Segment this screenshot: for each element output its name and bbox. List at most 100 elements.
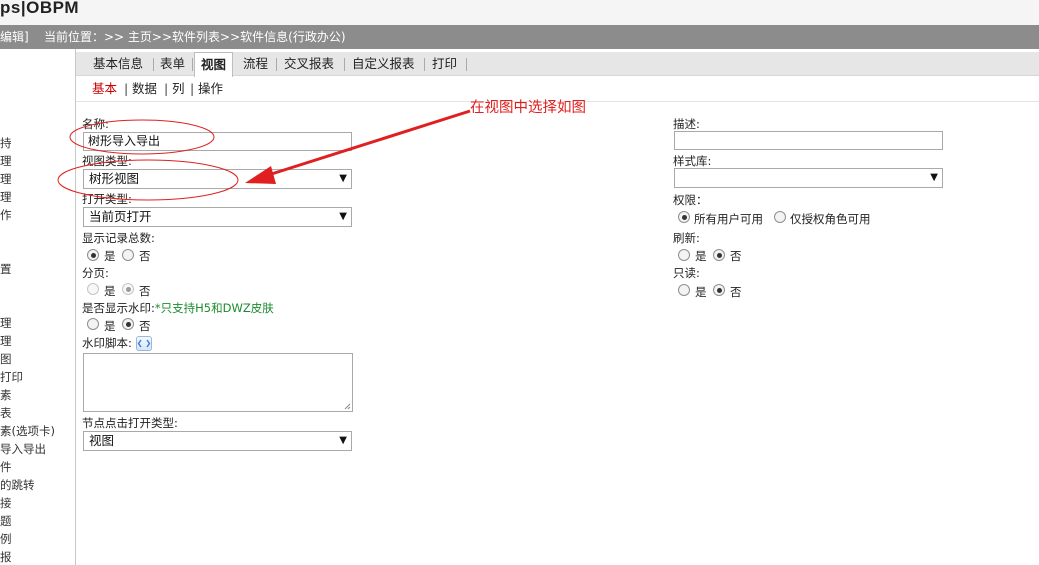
tab-separator bbox=[153, 58, 154, 71]
annotation-text: 在视图中选择如图 bbox=[470, 100, 586, 116]
sidebar-item[interactable]: 作 bbox=[0, 207, 12, 223]
open-type-label: 打开类型: bbox=[82, 192, 132, 206]
show-total-label: 显示记录总数: bbox=[82, 231, 155, 245]
sidebar-item[interactable]: 例 bbox=[0, 531, 12, 547]
app-brand: ps|OBPM bbox=[0, 0, 80, 17]
sidebar-item[interactable]: 置 bbox=[0, 261, 12, 277]
tab-cross-report[interactable]: 交叉报表 bbox=[284, 52, 334, 76]
watermark-yes-radio[interactable] bbox=[87, 318, 99, 330]
breadcrumb: 当前位置：>> 主页>>软件列表>>软件信息(行政办公) bbox=[44, 30, 346, 44]
refresh-no-radio[interactable] bbox=[713, 249, 725, 261]
show-total-no-label: 否 bbox=[139, 249, 151, 263]
tab-flow[interactable]: 流程 bbox=[243, 52, 268, 76]
refresh-yes-label: 是 bbox=[695, 249, 707, 263]
tab-print[interactable]: 打印 bbox=[432, 52, 457, 76]
style-lib-select[interactable]: ▼ bbox=[674, 168, 943, 188]
refresh-label: 刷新: bbox=[673, 231, 700, 245]
sidebar-item[interactable]: 持 bbox=[0, 135, 12, 151]
view-type-label: 视图类型: bbox=[82, 154, 132, 168]
watermark-script-label: 水印脚本: bbox=[82, 336, 132, 350]
sidebar-item[interactable]: 打印 bbox=[0, 369, 23, 385]
dropdown-arrow-icon: ▼ bbox=[339, 211, 347, 222]
tab-separator bbox=[192, 58, 193, 71]
paging-yes-label: 是 bbox=[104, 284, 116, 298]
permission-all-radio[interactable] bbox=[678, 211, 690, 223]
description-label: 描述: bbox=[673, 117, 700, 131]
subtab-actions[interactable]: 操作 bbox=[198, 80, 223, 98]
tab-separator bbox=[466, 58, 467, 71]
breadcrumb-bar: 编辑] 当前位置：>> 主页>>软件列表>>软件信息(行政办公) bbox=[0, 25, 1039, 49]
readonly-label: 只读: bbox=[673, 266, 700, 280]
script-editor-icon[interactable] bbox=[136, 336, 152, 351]
sidebar-item[interactable]: 表 bbox=[0, 405, 12, 421]
watermark-no-label: 否 bbox=[139, 319, 151, 333]
watermark-script-textarea[interactable] bbox=[83, 353, 353, 412]
show-total-yes-radio[interactable] bbox=[87, 249, 99, 261]
subtab-separator: | bbox=[164, 81, 169, 96]
sidebar-item[interactable]: 素(选项卡) bbox=[0, 423, 55, 439]
sidebar-item[interactable]: 理 bbox=[0, 189, 12, 205]
subtab-separator: | bbox=[190, 81, 195, 96]
sidebar-item[interactable]: 理 bbox=[0, 333, 12, 349]
node-click-select[interactable]: 视图 ▼ bbox=[83, 431, 352, 451]
sidebar-item[interactable]: 理 bbox=[0, 171, 12, 187]
permission-role-radio[interactable] bbox=[774, 211, 786, 223]
name-label: 名称: bbox=[82, 117, 109, 131]
open-type-value: 当前页打开 bbox=[89, 209, 152, 224]
readonly-yes-radio[interactable] bbox=[678, 284, 690, 296]
sidebar-item[interactable]: 接 bbox=[0, 495, 12, 511]
sidebar-item[interactable]: 件 bbox=[0, 459, 12, 475]
tab-form[interactable]: 表单 bbox=[160, 52, 185, 76]
readonly-no-label: 否 bbox=[730, 285, 742, 299]
tab-custom-report[interactable]: 自定义报表 bbox=[352, 52, 415, 76]
tab-basic-info[interactable]: 基本信息 bbox=[93, 52, 143, 76]
tab-separator bbox=[344, 58, 345, 71]
node-click-value: 视图 bbox=[89, 433, 115, 448]
paging-label: 分页: bbox=[82, 266, 109, 280]
subtab-data[interactable]: 数据 bbox=[132, 80, 157, 98]
top-bar: ps|OBPM bbox=[0, 0, 1039, 25]
sidebar-item[interactable]: 理 bbox=[0, 315, 12, 331]
subtab-separator: | bbox=[124, 81, 129, 96]
show-total-no-radio[interactable] bbox=[122, 249, 134, 261]
sidebar-item[interactable]: 素 bbox=[0, 387, 12, 403]
watermark-label: 是否显示水印:*只支持H5和DWZ皮肤 bbox=[82, 300, 274, 316]
sidebar-item[interactable]: 报 bbox=[0, 549, 12, 565]
sidebar-item[interactable]: 的跳转 bbox=[0, 477, 35, 493]
sidebar-item[interactable]: 导入导出 bbox=[0, 441, 46, 457]
edit-link[interactable]: 编辑] bbox=[0, 25, 29, 49]
sidebar-item[interactable]: 题 bbox=[0, 513, 12, 529]
resize-grip-icon[interactable] bbox=[343, 402, 351, 410]
refresh-yes-radio[interactable] bbox=[678, 249, 690, 261]
view-type-select[interactable]: 树形视图 ▼ bbox=[83, 169, 352, 189]
watermark-note: *只支持H5和DWZ皮肤 bbox=[154, 301, 274, 315]
tab-separator bbox=[424, 58, 425, 71]
view-type-value: 树形视图 bbox=[89, 171, 140, 186]
dropdown-arrow-icon: ▼ bbox=[339, 435, 347, 446]
watermark-label-text: 是否显示水印: bbox=[82, 301, 155, 315]
tab-view[interactable]: 视图 bbox=[194, 52, 233, 77]
description-field[interactable] bbox=[674, 131, 943, 150]
subtab-basic[interactable]: 基本 bbox=[92, 80, 117, 98]
readonly-no-radio[interactable] bbox=[713, 284, 725, 296]
paging-no-radio[interactable] bbox=[122, 283, 134, 295]
name-field[interactable]: 树形导入导出 bbox=[83, 132, 352, 151]
open-type-select[interactable]: 当前页打开 ▼ bbox=[83, 207, 352, 227]
paging-no-label: 否 bbox=[139, 284, 151, 298]
watermark-no-radio[interactable] bbox=[122, 318, 134, 330]
dropdown-arrow-icon: ▼ bbox=[930, 172, 938, 183]
paging-yes-radio[interactable] bbox=[87, 283, 99, 295]
sidebar-item[interactable]: 图 bbox=[0, 351, 12, 367]
refresh-no-label: 否 bbox=[730, 249, 742, 263]
show-total-yes-label: 是 bbox=[104, 249, 116, 263]
style-lib-label: 样式库: bbox=[673, 154, 712, 168]
subtab-columns[interactable]: 列 bbox=[172, 80, 185, 98]
sidebar-item[interactable]: 理 bbox=[0, 153, 12, 169]
node-click-label: 节点点击打开类型: bbox=[82, 416, 178, 430]
readonly-yes-label: 是 bbox=[695, 285, 707, 299]
sidebar: 持 理 理 理 作 置 理 理 图 打印 素 表 素(选项卡) 导入导出 件 的… bbox=[0, 49, 76, 565]
permission-role-label: 仅授权角色可用 bbox=[790, 212, 871, 226]
watermark-yes-label: 是 bbox=[104, 319, 116, 333]
main-tabs: 基本信息 表单 视图 流程 交叉报表 自定义报表 打印 bbox=[76, 52, 1039, 77]
tab-separator bbox=[276, 58, 277, 71]
